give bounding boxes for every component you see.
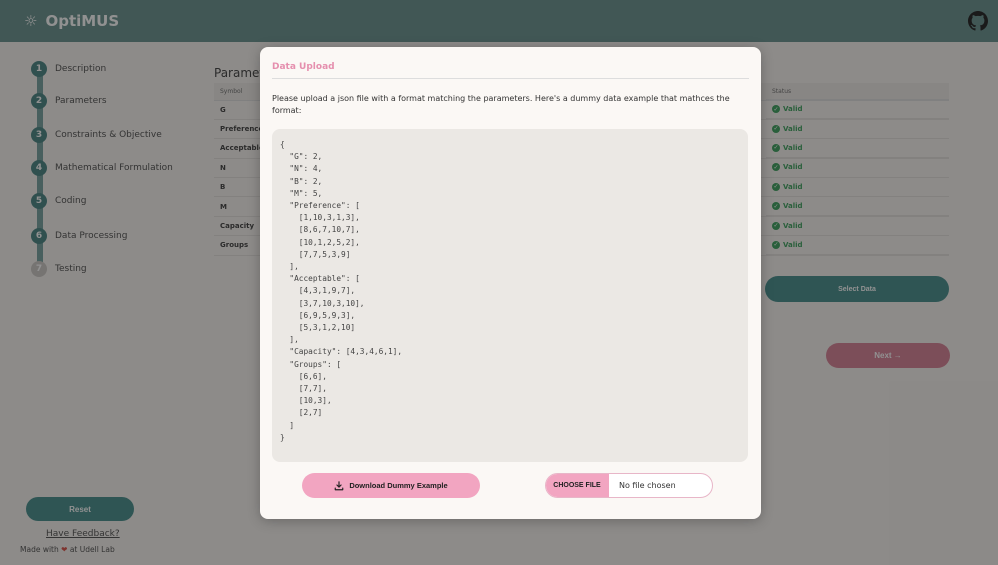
file-input[interactable]: CHOOSE FILE No file chosen [545, 473, 713, 498]
download-dummy-example-button[interactable]: Download Dummy Example [302, 473, 480, 498]
modal-title: Data Upload [272, 62, 335, 72]
download-label: Download Dummy Example [349, 481, 448, 490]
json-example-code: { "G": 2, "N": 4, "B": 2, "M": 5, "Prefe… [272, 129, 748, 462]
download-icon [334, 480, 344, 490]
modal-description: Please upload a json file with a format … [272, 94, 730, 115]
file-status: No file chosen [619, 481, 676, 490]
divider [272, 78, 749, 79]
choose-file-button[interactable]: CHOOSE FILE [546, 474, 609, 497]
data-upload-modal: Data Upload Please upload a json file wi… [260, 47, 761, 519]
